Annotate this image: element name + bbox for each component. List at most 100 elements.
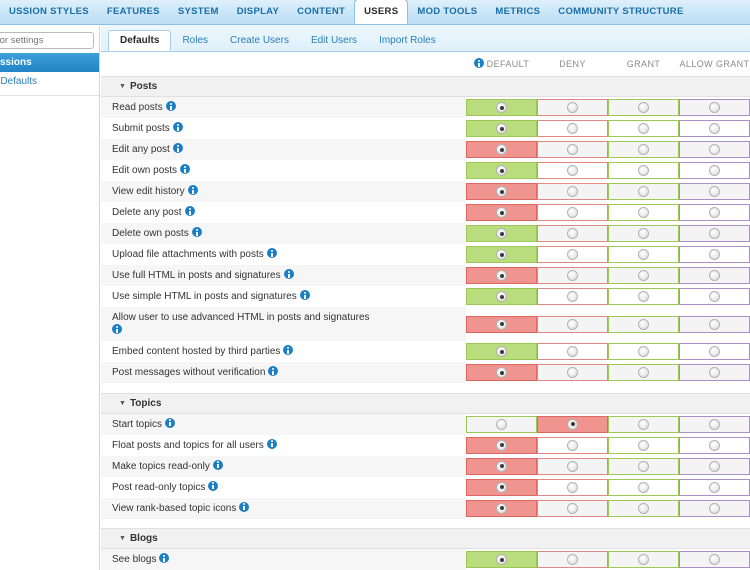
permission-option-allow[interactable] — [679, 307, 750, 341]
radio-deny[interactable] — [567, 440, 578, 451]
info-icon[interactable] — [159, 553, 169, 563]
info-icon[interactable] — [188, 185, 198, 195]
permission-option-grant[interactable] — [608, 202, 679, 223]
radio-deny[interactable] — [567, 503, 578, 514]
permission-option-deny[interactable] — [537, 286, 608, 307]
permission-option-default[interactable] — [466, 477, 537, 498]
permission-option-allow[interactable] — [679, 223, 750, 244]
permission-option-grant[interactable] — [608, 341, 679, 362]
permission-option-default[interactable] — [466, 498, 537, 519]
permission-option-default[interactable] — [466, 341, 537, 362]
option-cell-box[interactable] — [608, 141, 679, 158]
option-cell-box[interactable] — [679, 225, 750, 242]
radio-deny[interactable] — [567, 186, 578, 197]
permission-option-deny[interactable] — [537, 118, 608, 139]
option-cell-box[interactable] — [466, 316, 537, 333]
option-cell-box[interactable] — [608, 267, 679, 284]
radio-deny[interactable] — [567, 165, 578, 176]
option-cell-box[interactable] — [608, 343, 679, 360]
option-cell-box[interactable] — [537, 458, 608, 475]
radio-allow[interactable] — [709, 291, 720, 302]
tab-defaults[interactable]: Defaults — [108, 30, 171, 51]
option-cell-box[interactable] — [679, 120, 750, 137]
radio-default[interactable] — [496, 461, 507, 472]
option-cell-box[interactable] — [537, 120, 608, 137]
option-cell-box[interactable] — [537, 364, 608, 381]
option-cell-box[interactable] — [537, 162, 608, 179]
radio-deny[interactable] — [567, 291, 578, 302]
radio-grant[interactable] — [638, 291, 649, 302]
radio-grant[interactable] — [638, 123, 649, 134]
permission-option-grant[interactable] — [608, 139, 679, 160]
radio-allow[interactable] — [709, 207, 720, 218]
option-cell-box[interactable] — [608, 204, 679, 221]
radio-default[interactable] — [496, 207, 507, 218]
permission-option-grant[interactable] — [608, 265, 679, 286]
option-cell-box[interactable] — [537, 316, 608, 333]
topnav-item-metrics[interactable]: METRICS — [486, 0, 549, 24]
chevron-down-icon[interactable]: ▼ — [119, 400, 126, 407]
option-cell-box[interactable] — [679, 479, 750, 496]
option-cell-box[interactable] — [537, 246, 608, 263]
permission-option-deny[interactable] — [537, 549, 608, 570]
option-cell-box[interactable] — [537, 99, 608, 116]
info-icon[interactable] — [267, 439, 277, 449]
option-cell-box[interactable] — [679, 204, 750, 221]
radio-default[interactable] — [496, 144, 507, 155]
info-icon[interactable] — [165, 418, 175, 428]
radio-deny[interactable] — [567, 554, 578, 565]
option-cell-box[interactable] — [608, 225, 679, 242]
radio-grant[interactable] — [638, 270, 649, 281]
permission-option-default[interactable] — [466, 244, 537, 265]
radio-default[interactable] — [496, 123, 507, 134]
option-cell-box[interactable] — [466, 458, 537, 475]
topnav-item-system[interactable]: SYSTEM — [169, 0, 228, 24]
option-cell-box[interactable] — [466, 364, 537, 381]
option-cell-box[interactable] — [537, 288, 608, 305]
tab-create-users[interactable]: Create Users — [219, 31, 300, 51]
radio-deny[interactable] — [567, 228, 578, 239]
permission-option-allow[interactable] — [679, 244, 750, 265]
radio-deny[interactable] — [567, 482, 578, 493]
tab-edit-users[interactable]: Edit Users — [300, 31, 368, 51]
permission-option-deny[interactable] — [537, 97, 608, 119]
permission-option-grant[interactable] — [608, 160, 679, 181]
permission-option-grant[interactable] — [608, 435, 679, 456]
radio-grant[interactable] — [638, 249, 649, 260]
permission-option-default[interactable] — [466, 160, 537, 181]
option-cell-box[interactable] — [608, 246, 679, 263]
permission-option-allow[interactable] — [679, 341, 750, 362]
radio-default[interactable] — [496, 291, 507, 302]
permission-option-deny[interactable] — [537, 362, 608, 383]
option-cell-box[interactable] — [537, 141, 608, 158]
radio-allow[interactable] — [709, 440, 720, 451]
option-cell-box[interactable] — [537, 551, 608, 568]
radio-deny[interactable] — [567, 319, 578, 330]
option-cell-box[interactable] — [608, 551, 679, 568]
option-cell-box[interactable] — [679, 551, 750, 568]
option-cell-box[interactable] — [608, 99, 679, 116]
radio-deny[interactable] — [567, 461, 578, 472]
radio-allow[interactable] — [709, 144, 720, 155]
permission-option-grant[interactable] — [608, 97, 679, 119]
permission-option-allow[interactable] — [679, 498, 750, 519]
option-cell-box[interactable] — [466, 479, 537, 496]
permission-option-grant[interactable] — [608, 286, 679, 307]
option-cell-box[interactable] — [679, 500, 750, 517]
radio-allow[interactable] — [709, 228, 720, 239]
radio-deny[interactable] — [567, 207, 578, 218]
chevron-down-icon[interactable]: ▼ — [119, 83, 126, 90]
radio-default[interactable] — [496, 503, 507, 514]
info-icon[interactable] — [474, 58, 484, 68]
option-cell-box[interactable] — [466, 267, 537, 284]
permission-option-default[interactable] — [466, 307, 537, 341]
permission-option-grant[interactable] — [608, 181, 679, 202]
option-cell-box[interactable] — [679, 288, 750, 305]
permission-option-allow[interactable] — [679, 477, 750, 498]
radio-deny[interactable] — [567, 102, 578, 113]
radio-deny[interactable] — [567, 367, 578, 378]
info-icon[interactable] — [192, 227, 202, 237]
option-cell-box[interactable] — [679, 162, 750, 179]
permission-option-allow[interactable] — [679, 456, 750, 477]
radio-allow[interactable] — [709, 319, 720, 330]
